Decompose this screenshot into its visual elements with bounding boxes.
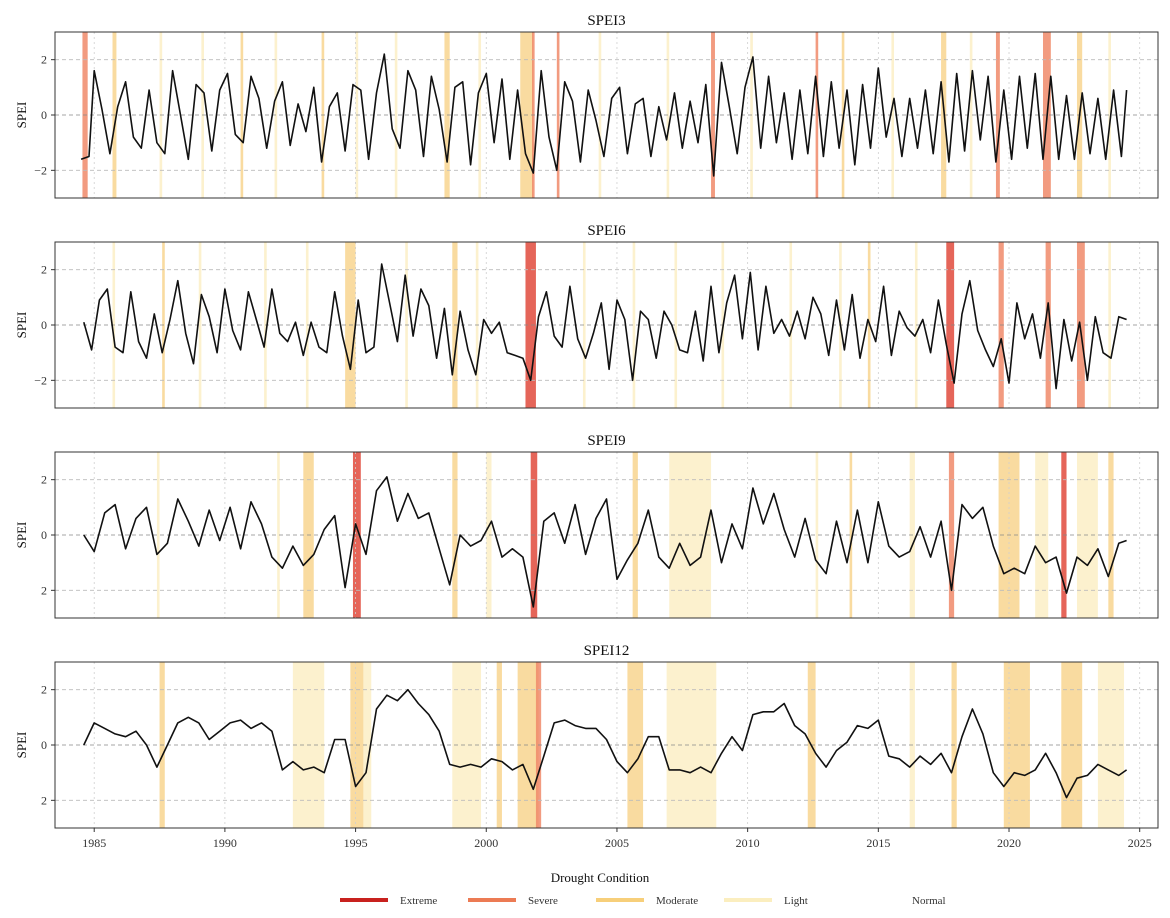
y-tick-label: −2 [34, 373, 47, 387]
x-tick-label: 1985 [82, 836, 106, 850]
x-tick-label: 2005 [605, 836, 629, 850]
y-tick-label: 2 [41, 53, 47, 67]
legend-label: Severe [528, 895, 558, 907]
spei-series-line [83, 476, 1127, 608]
x-axis: 1985 1990 1995 2000 2005 2010 2015 2020 2025 [82, 828, 1152, 850]
y-tick-label: 2 [41, 473, 47, 487]
spei-series-line [83, 688, 1128, 799]
legend-label: Light [784, 895, 808, 907]
x-tick-label: 2015 [866, 836, 890, 850]
y-axis-label: SPEI [14, 312, 29, 339]
y-tick-label: 0 [41, 528, 47, 542]
legend-item-moderate: Moderate [596, 895, 698, 907]
y-axis-label: SPEI [14, 732, 29, 759]
legend-item-light: Light [724, 895, 808, 907]
legend: Drought Condition Extreme Severe Moderate L… [340, 870, 946, 907]
x-tick-label: 2010 [736, 836, 760, 850]
legend-item-normal: Normal [912, 895, 946, 907]
legend-label: Moderate [656, 895, 698, 907]
y-tick-label: 2 [41, 263, 47, 277]
y-tick-label: 2 [41, 683, 47, 697]
panel-spei12: 2 0 2 SPEI12 SPEI [14, 643, 1159, 829]
legend-label: Extreme [400, 895, 437, 907]
x-tick-label: 2025 [1128, 836, 1152, 850]
panel-spei6: 2 0 −2 SPEI6 SPEI [14, 223, 1159, 409]
x-tick-label: 2020 [997, 836, 1021, 850]
spei-chart: 20−2SPEI3SPEI20−2SPEI6SPEI202SPEI9SPEI20… [14, 13, 1159, 907]
y-axis-label: SPEI [14, 102, 29, 129]
y-tick-label: 0 [41, 108, 47, 122]
x-tick-label: 1995 [344, 836, 368, 850]
drought-band-light [156, 452, 160, 618]
legend-item-severe: Severe [468, 895, 558, 907]
spei-series-line [83, 263, 1127, 390]
drought-band-light [815, 452, 819, 618]
panel-title: SPEI3 [587, 13, 625, 29]
panel-title: SPEI9 [587, 433, 625, 449]
drought-band-light [394, 32, 398, 198]
legend-item-extreme: Extreme [340, 895, 437, 907]
panel-spei9: 2 0 2 SPEI9 SPEI [14, 433, 1159, 619]
x-tick-label: 2000 [474, 836, 498, 850]
drought-band-light [198, 242, 202, 408]
panel-title: SPEI12 [584, 643, 630, 659]
panels-layer: 2 0 −2 SPEI3 SPEI 2 0 −2 SPEI6 SPEI 2 0 2 SPEI9 SPEI 2 0… [14, 13, 1159, 829]
panel-title: SPEI6 [587, 223, 626, 239]
panel-frame [54, 31, 1159, 199]
y-tick-label: 0 [41, 738, 47, 752]
y-tick-label: −2 [34, 163, 47, 177]
drought-band-severe [815, 32, 819, 198]
drought-band-light [598, 32, 602, 198]
y-tick-label: 2 [41, 793, 47, 807]
panel-frame [54, 451, 1159, 619]
y-tick-label: 0 [41, 318, 47, 332]
panel-spei3: 2 0 −2 SPEI3 SPEI [14, 13, 1159, 199]
x-tick-label: 1990 [213, 836, 237, 850]
y-axis-label: SPEI [14, 522, 29, 549]
drought-band-light [632, 242, 636, 408]
legend-label: Normal [912, 895, 946, 907]
legend-title: Drought Condition [551, 870, 650, 885]
y-tick-label: 2 [41, 583, 47, 597]
panel-frame [54, 661, 1159, 829]
